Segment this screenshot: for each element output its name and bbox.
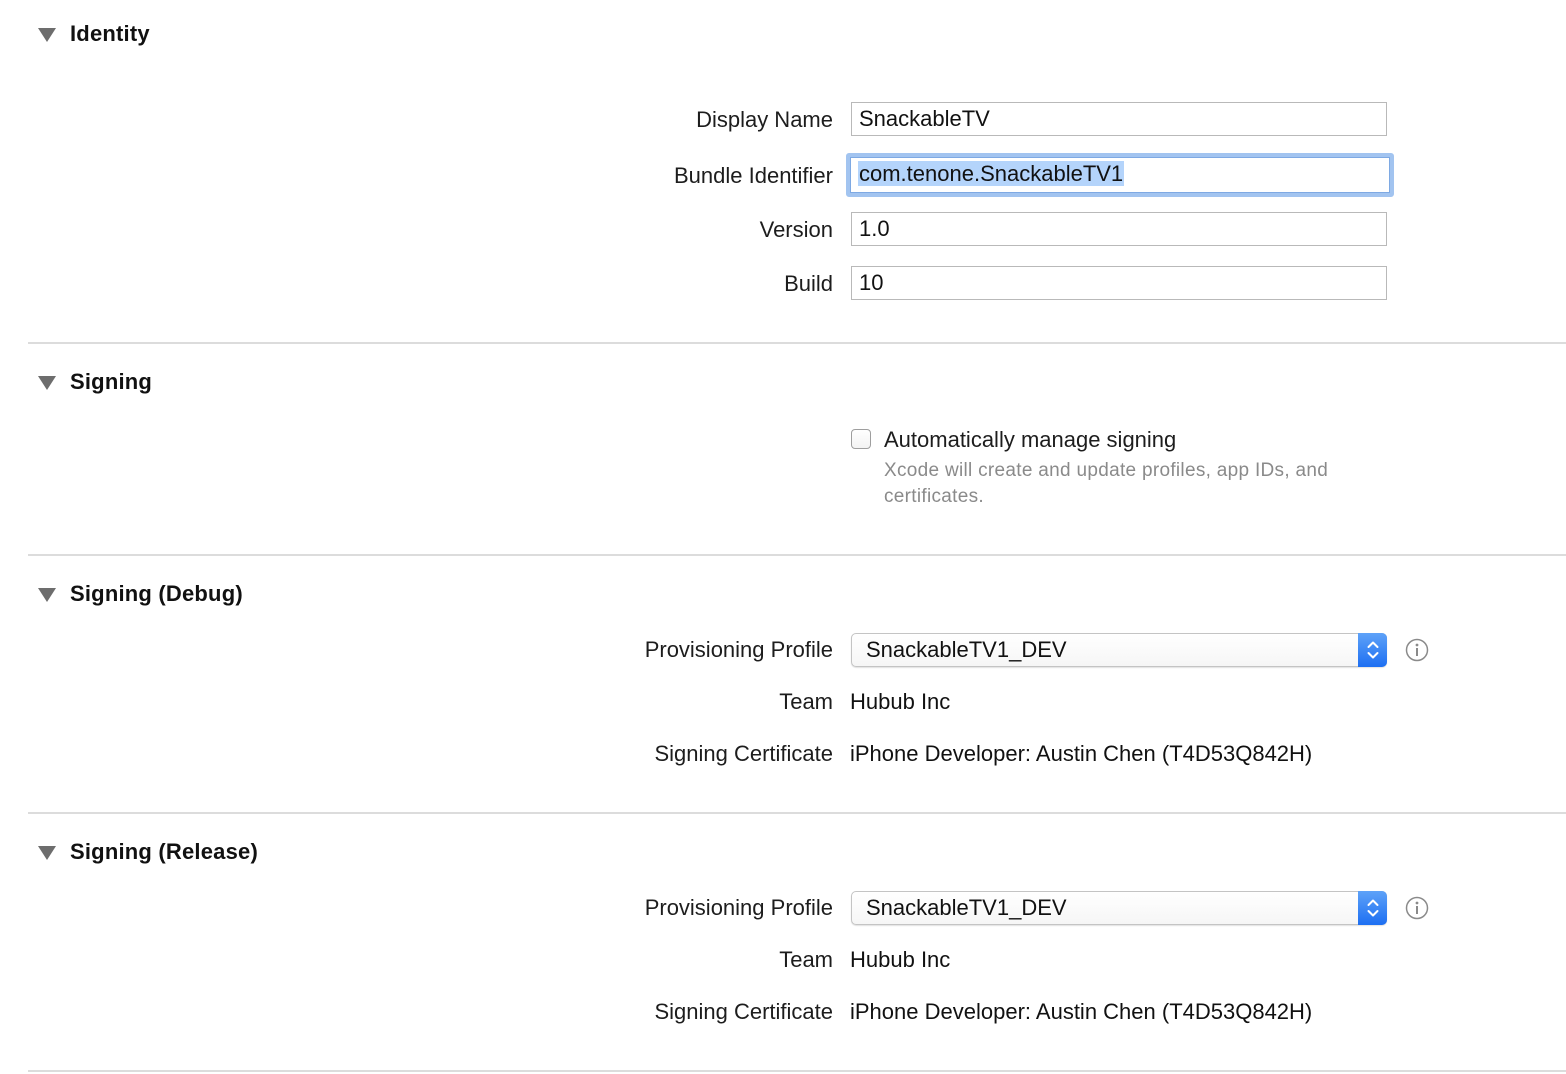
build-label: Build: [784, 271, 833, 296]
section-title-signing-release: Signing (Release): [70, 839, 258, 864]
disclosure-triangle-icon[interactable]: [38, 846, 56, 860]
signing-certificate-value: iPhone Developer: Austin Chen (T4D53Q842…: [850, 999, 1313, 1024]
disclosure-triangle-icon[interactable]: [38, 376, 56, 390]
auto-manage-signing-help: Xcode will create and update profiles, a…: [884, 460, 1329, 507]
disclosure-triangle-icon[interactable]: [38, 588, 56, 602]
section-title-signing: Signing: [70, 369, 153, 394]
info-icon[interactable]: [1405, 638, 1429, 662]
popup-selected-value: SnackableTV1_DEV: [866, 895, 1067, 920]
section-title-signing-debug: Signing (Debug): [70, 581, 243, 606]
bundle-identifier-field[interactable]: com.tenone.SnackableTV1: [846, 153, 1394, 197]
version-field[interactable]: 1.0: [851, 212, 1387, 246]
signing-certificate-label: Signing Certificate: [654, 999, 833, 1024]
team-value: Hubub Inc: [850, 947, 951, 972]
section-divider: [28, 812, 1566, 814]
section-divider: [28, 554, 1566, 556]
version-label: Version: [759, 217, 833, 242]
provisioning-profile-label: Provisioning Profile: [644, 637, 833, 662]
team-label: Team: [779, 947, 833, 972]
selected-text: com.tenone.SnackableTV1: [858, 161, 1125, 186]
auto-manage-signing-checkbox[interactable]: [851, 429, 871, 449]
signing-release-section-header[interactable]: Signing (Release): [38, 837, 258, 867]
auto-manage-signing-label[interactable]: Automatically manage signing: [884, 425, 1176, 455]
display-name-field[interactable]: SnackableTV: [851, 102, 1387, 136]
signing-certificate-label: Signing Certificate: [654, 741, 833, 766]
bundle-identifier-label: Bundle Identifier: [674, 163, 833, 188]
identity-section-header[interactable]: Identity: [38, 19, 150, 49]
team-label: Team: [779, 689, 833, 714]
up-down-chevron-icon[interactable]: [1358, 633, 1387, 667]
build-field[interactable]: 10: [851, 266, 1387, 300]
provisioning-profile-label: Provisioning Profile: [644, 895, 833, 920]
section-divider: [28, 342, 1566, 344]
section-divider: [28, 1070, 1566, 1072]
signing-section-header[interactable]: Signing: [38, 367, 152, 397]
disclosure-triangle-icon[interactable]: [38, 28, 56, 42]
up-down-chevron-icon[interactable]: [1358, 891, 1387, 925]
display-name-label: Display Name: [696, 107, 833, 132]
section-title-identity: Identity: [70, 21, 150, 46]
signing-certificate-value: iPhone Developer: Austin Chen (T4D53Q842…: [850, 741, 1313, 766]
info-icon[interactable]: [1405, 896, 1429, 920]
team-value: Hubub Inc: [850, 689, 951, 714]
provisioning-profile-popup-release[interactable]: SnackableTV1_DEV: [851, 891, 1387, 925]
popup-selected-value: SnackableTV1_DEV: [866, 637, 1067, 662]
signing-debug-section-header[interactable]: Signing (Debug): [38, 579, 243, 609]
provisioning-profile-popup-debug[interactable]: SnackableTV1_DEV: [851, 633, 1387, 667]
